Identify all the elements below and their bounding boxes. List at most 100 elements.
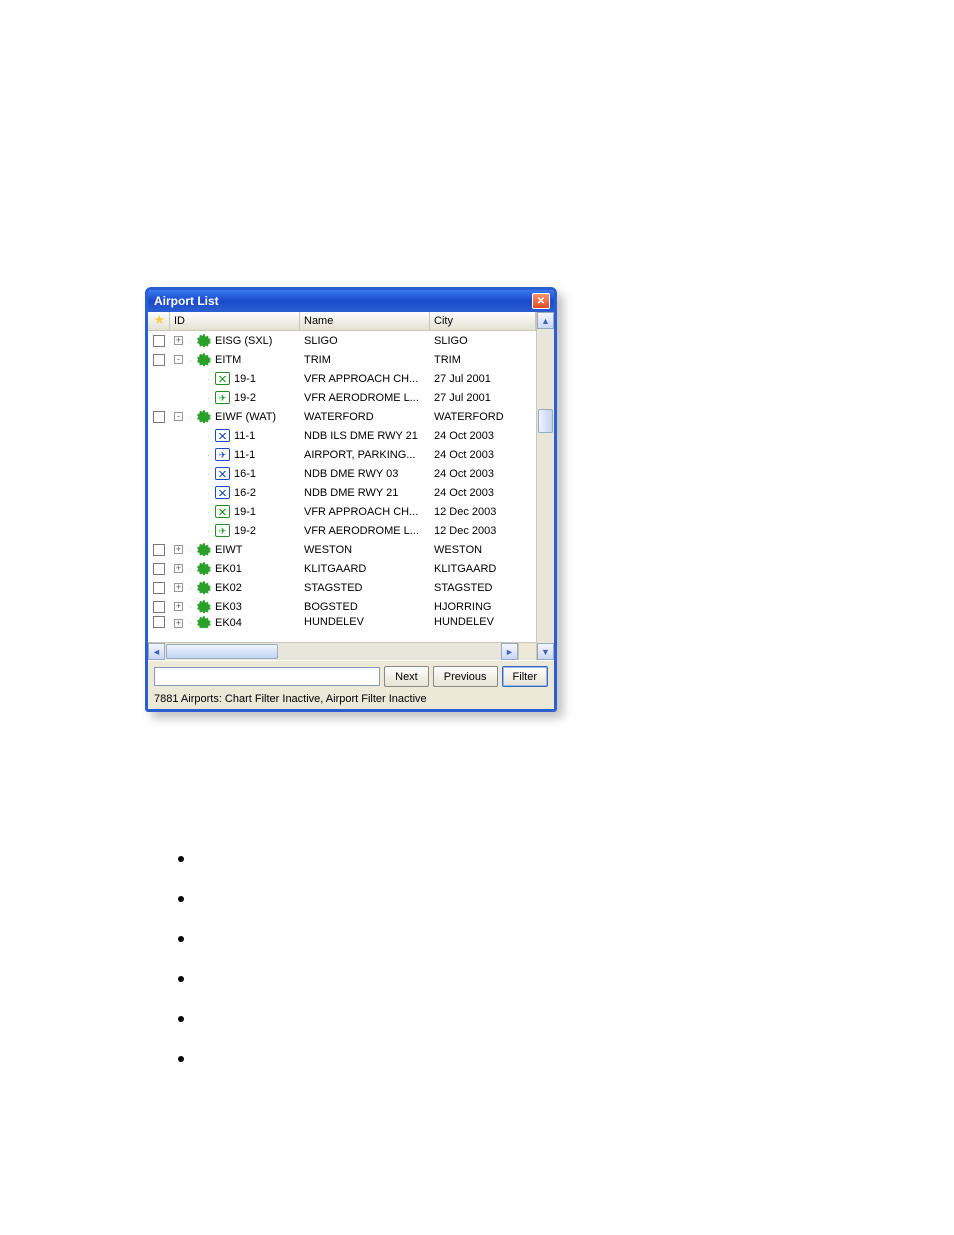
row-id: EIWT [215,544,243,556]
airport-row[interactable]: -·EIWF (WAT)WATERFORDWATERFORD [148,407,536,426]
airport-list-window: Airport List ✕ ID Name City +·EISG (SXL)… [145,287,557,712]
titlebar[interactable]: Airport List ✕ [148,290,554,312]
row-id: EK04 [215,617,242,628]
row-name: VFR AERODROME L... [300,392,430,404]
column-id[interactable]: ID [170,312,300,330]
row-city: WESTON [430,544,536,556]
hscroll-thumb[interactable] [166,644,278,659]
row-name: NDB ILS DME RWY 21 [300,430,430,442]
favorite-checkbox[interactable] [153,544,165,556]
favorite-checkbox[interactable] [153,601,165,613]
row-city: 24 Oct 2003 [430,449,536,461]
favorite-checkbox[interactable] [153,616,165,628]
row-city: 12 Dec 2003 [430,525,536,537]
airport-row[interactable]: -·EITMTRIMTRIM [148,350,536,369]
airport-row[interactable]: +·EIWTWESTONWESTON [148,540,536,559]
airport-row[interactable]: +·EK02STAGSTEDSTAGSTED [148,578,536,597]
airport-row[interactable]: +·EK01KLITGAARDKLITGAARD [148,559,536,578]
status-bar: 7881 Airports: Chart Filter Inactive, Ai… [148,692,554,709]
row-city: 27 Jul 2001 [430,392,536,404]
row-id: 19-2 [234,525,256,537]
scroll-right-button[interactable]: ► [501,643,518,660]
star-icon [154,314,168,328]
toolbar: Next Previous Filter [148,660,554,692]
filter-button[interactable]: Filter [502,666,548,687]
window-title: Airport List [154,294,219,308]
gear-icon [197,410,211,424]
favorite-checkbox[interactable] [153,563,165,575]
gear-icon [197,353,211,367]
expand-icon[interactable]: + [174,564,183,573]
row-city: HJORRING [430,601,536,613]
row-name: BOGSTED [300,601,430,613]
chart-icon [215,391,230,404]
row-name: AIRPORT, PARKING... [300,449,430,461]
scroll-down-button[interactable]: ▼ [537,643,554,660]
airport-row[interactable]: +·EK04HUNDELEVHUNDELEV [148,616,536,628]
horizontal-scrollbar[interactable]: ◄ ► [148,642,536,660]
chart-icon [215,505,230,518]
gear-icon [197,600,211,614]
column-name[interactable]: Name [300,312,430,330]
column-favorite[interactable] [148,312,170,330]
close-button[interactable]: ✕ [532,293,550,309]
chart-icon [215,524,230,537]
chart-row[interactable]: ·19-1VFR APPROACH CH...27 Jul 2001 [148,369,536,388]
expand-icon[interactable]: + [174,619,183,628]
next-button[interactable]: Next [384,666,429,687]
row-name: VFR APPROACH CH... [300,373,430,385]
expand-icon[interactable]: + [174,602,183,611]
row-id: EK02 [215,582,242,594]
favorite-checkbox[interactable] [153,411,165,423]
expand-icon[interactable]: + [174,545,183,554]
chart-row[interactable]: ·16-1NDB DME RWY 0324 Oct 2003 [148,464,536,483]
chart-row[interactable]: ·19-2VFR AERODROME L...12 Dec 2003 [148,521,536,540]
chart-icon [215,448,230,461]
row-city: 24 Oct 2003 [430,430,536,442]
row-city: SLIGO [430,335,536,347]
row-name: WATERFORD [300,411,430,423]
favorite-checkbox[interactable] [153,582,165,594]
gear-icon [197,543,211,557]
bullet-list [178,856,184,1096]
row-id: 16-2 [234,487,256,499]
row-id: EK01 [215,563,242,575]
row-id: EIWF (WAT) [215,411,276,423]
column-city[interactable]: City [430,312,536,330]
chart-icon [215,372,230,385]
chart-row[interactable]: ·11-1NDB ILS DME RWY 2124 Oct 2003 [148,426,536,445]
airport-row[interactable]: +·EK03BOGSTEDHJORRING [148,597,536,616]
collapse-icon[interactable]: - [174,355,183,364]
airport-row[interactable]: +·EISG (SXL)SLIGOSLIGO [148,331,536,350]
vscroll-thumb[interactable] [538,409,553,433]
chart-icon [215,467,230,480]
vertical-scrollbar[interactable]: ▲ ▼ [536,312,554,660]
expand-icon[interactable]: + [174,583,183,592]
favorite-checkbox[interactable] [153,335,165,347]
row-city: 27 Jul 2001 [430,373,536,385]
row-id: 19-1 [234,373,256,385]
favorite-checkbox[interactable] [153,354,165,366]
row-id: 11-1 [234,430,255,442]
row-id: EITM [215,354,241,366]
chart-row[interactable]: ·16-2NDB DME RWY 2124 Oct 2003 [148,483,536,502]
row-city: KLITGAARD [430,563,536,575]
chart-row[interactable]: ·11-1AIRPORT, PARKING...24 Oct 2003 [148,445,536,464]
row-id: 16-1 [234,468,256,480]
chart-icon [215,486,230,499]
row-id: EK03 [215,601,242,613]
row-id: 19-1 [234,506,256,518]
gear-icon [197,581,211,595]
collapse-icon[interactable]: - [174,412,183,421]
row-city: WATERFORD [430,411,536,423]
row-city: 24 Oct 2003 [430,468,536,480]
previous-button[interactable]: Previous [433,666,498,687]
expand-icon[interactable]: + [174,336,183,345]
row-name: NDB DME RWY 03 [300,468,430,480]
search-input[interactable] [154,667,380,686]
scroll-left-button[interactable]: ◄ [148,643,165,660]
row-name: VFR APPROACH CH... [300,506,430,518]
scroll-up-button[interactable]: ▲ [537,312,554,329]
chart-row[interactable]: ·19-1VFR APPROACH CH...12 Dec 2003 [148,502,536,521]
chart-row[interactable]: ·19-2VFR AERODROME L...27 Jul 2001 [148,388,536,407]
